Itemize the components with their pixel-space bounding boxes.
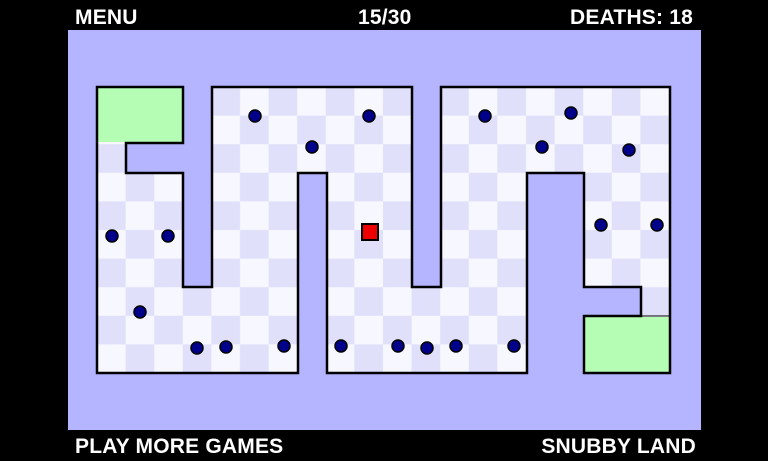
enemy-dot xyxy=(535,140,549,154)
enemy-dot xyxy=(305,140,319,154)
enemy-dot xyxy=(391,339,405,353)
start-safe-zone xyxy=(98,88,182,142)
game-field[interactable] xyxy=(0,0,768,461)
enemy-dot xyxy=(161,229,175,243)
enemy-dot xyxy=(478,109,492,123)
goal-safe-zone xyxy=(585,317,669,372)
enemy-dot xyxy=(564,106,578,120)
enemy-dot xyxy=(594,218,608,232)
snubby-land-link[interactable]: SNUBBY LAND xyxy=(541,436,696,457)
enemy-dot xyxy=(650,218,664,232)
enemy-dot xyxy=(277,339,291,353)
player-square[interactable] xyxy=(361,223,379,241)
enemy-dot xyxy=(622,143,636,157)
enemy-dot xyxy=(248,109,262,123)
enemy-dot xyxy=(362,109,376,123)
enemy-dot xyxy=(334,339,348,353)
play-more-games-link[interactable]: PLAY MORE GAMES xyxy=(75,436,283,457)
enemy-dot xyxy=(449,339,463,353)
enemy-dot xyxy=(190,341,204,355)
enemy-dot xyxy=(219,340,233,354)
enemy-dot xyxy=(105,229,119,243)
enemy-dot xyxy=(133,305,147,319)
enemy-dot xyxy=(507,339,521,353)
enemy-dot xyxy=(420,341,434,355)
